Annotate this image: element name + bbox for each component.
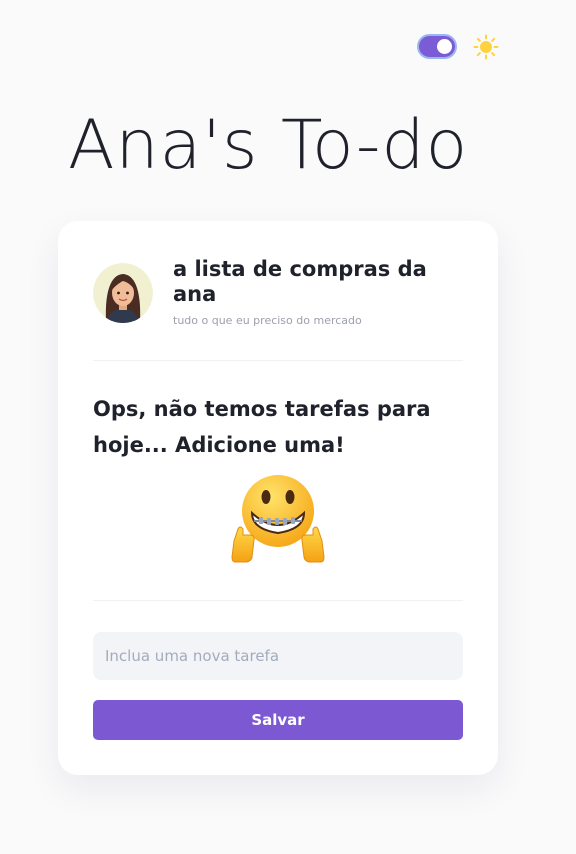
new-task-input[interactable] bbox=[93, 632, 463, 680]
grinning-thumbs-up-emoji-icon bbox=[231, 475, 325, 563]
avatar bbox=[93, 263, 153, 323]
page-title: Ana's To-do bbox=[68, 106, 469, 185]
form-divider bbox=[93, 600, 463, 601]
list-title: a lista de compras da ana bbox=[173, 257, 427, 306]
header-divider bbox=[93, 360, 463, 361]
todo-card: a lista de compras da ana tudo o que eu … bbox=[58, 221, 498, 775]
list-subtitle: tudo o que eu preciso do mercado bbox=[173, 314, 362, 327]
theme-toggle[interactable] bbox=[417, 34, 457, 59]
save-button[interactable]: Salvar bbox=[93, 700, 463, 740]
empty-state-message: Ops, não temos tarefas para hoje... Adic… bbox=[93, 397, 431, 457]
toggle-knob bbox=[437, 39, 452, 54]
sun-icon[interactable] bbox=[473, 34, 499, 60]
